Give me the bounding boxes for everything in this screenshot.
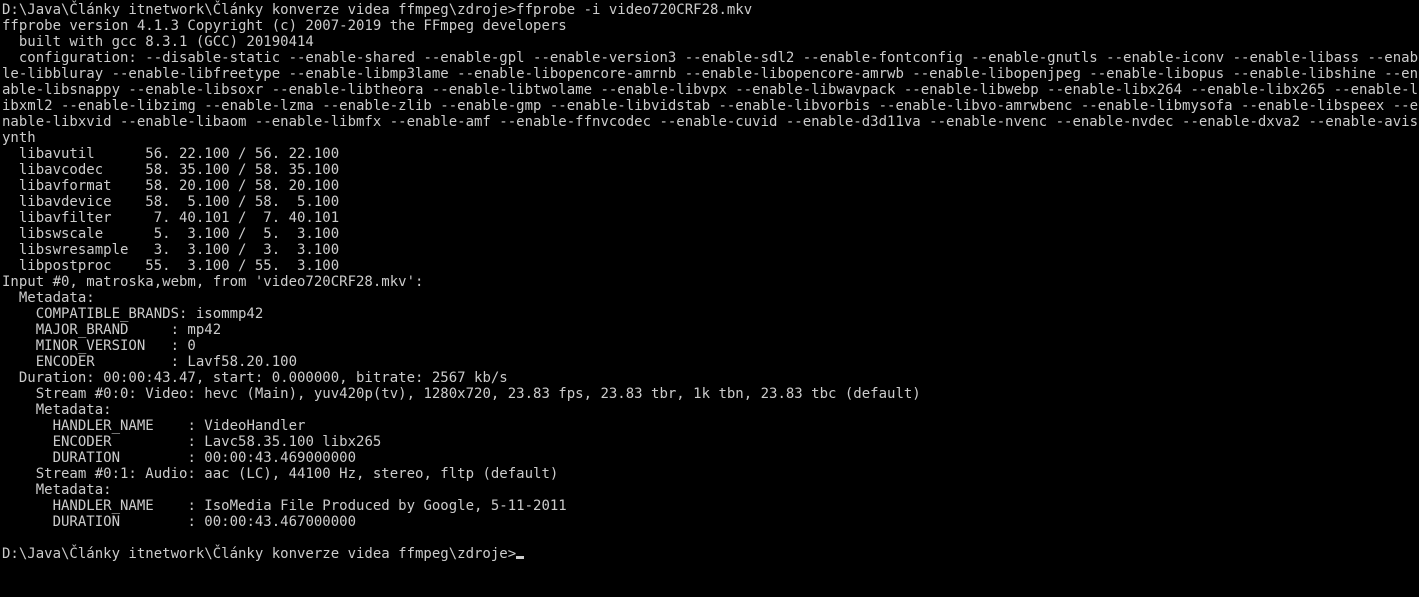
stream-0-metadata-header: Metadata:	[2, 402, 112, 418]
lib-libswresample: libswresample 3. 3.100 / 3. 3.100	[2, 242, 339, 258]
stream-0-video: Stream #0:0: Video: hevc (Main), yuv420p…	[2, 386, 921, 402]
lib-libpostproc: libpostproc 55. 3.100 / 55. 3.100	[2, 258, 339, 274]
meta-minor-version: MINOR_VERSION : 0	[2, 338, 196, 354]
metadata-header: Metadata:	[2, 290, 95, 306]
lib-libswscale: libswscale 5. 3.100 / 5. 3.100	[2, 226, 339, 242]
lib-libavfilter: libavfilter 7. 40.101 / 7. 40.101	[2, 210, 339, 226]
input-line: Input #0, matroska,webm, from 'video720C…	[2, 274, 423, 290]
prompt-path: D:\Java\Články itnetwork\Články konverze…	[2, 2, 516, 18]
cursor-icon	[516, 556, 524, 559]
duration-line: Duration: 00:00:43.47, start: 0.000000, …	[2, 370, 508, 386]
stream-1-duration: DURATION : 00:00:43.467000000	[2, 514, 356, 530]
meta-compatible-brands: COMPATIBLE_BRANDS: isommp42	[2, 306, 263, 322]
configuration: configuration: --disable-static --enable…	[2, 50, 1418, 146]
stream-1-handler: HANDLER_NAME : IsoMedia File Produced by…	[2, 498, 567, 514]
stream-1-audio: Stream #0:1: Audio: aac (LC), 44100 Hz, …	[2, 466, 558, 482]
lib-libavutil: libavutil 56. 22.100 / 56. 22.100	[2, 146, 339, 162]
meta-encoder: ENCODER : Lavf58.20.100	[2, 354, 297, 370]
built-with: built with gcc 8.3.1 (GCC) 20190414	[2, 34, 314, 50]
stream-1-metadata-header: Metadata:	[2, 482, 112, 498]
meta-major-brand: MAJOR_BRAND : mp42	[2, 322, 221, 338]
stream-0-handler: HANDLER_NAME : VideoHandler	[2, 418, 305, 434]
lib-libavcodec: libavcodec 58. 35.100 / 58. 35.100	[2, 162, 339, 178]
ffprobe-version: ffprobe version 4.1.3 Copyright (c) 2007…	[2, 18, 567, 34]
terminal-output[interactable]: D:\Java\Články itnetwork\Články konverze…	[0, 0, 1419, 562]
lib-libavformat: libavformat 58. 20.100 / 58. 20.100	[2, 178, 339, 194]
command-text: ffprobe -i video720CRF28.mkv	[516, 2, 752, 18]
prompt-path-2: D:\Java\Články itnetwork\Články konverze…	[2, 546, 516, 562]
stream-0-duration: DURATION : 00:00:43.469000000	[2, 450, 356, 466]
stream-0-encoder: ENCODER : Lavc58.35.100 libx265	[2, 434, 381, 450]
lib-libavdevice: libavdevice 58. 5.100 / 58. 5.100	[2, 194, 339, 210]
